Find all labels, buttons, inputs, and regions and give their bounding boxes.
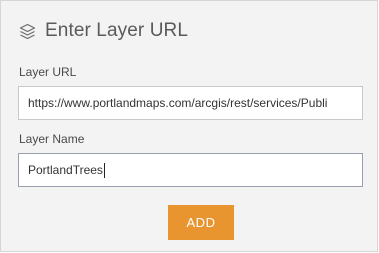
- layers-icon: [19, 23, 36, 40]
- add-layer-panel: Enter Layer URL Layer URL https://www.po…: [0, 0, 378, 252]
- layer-name-input[interactable]: PortlandTrees: [18, 153, 363, 187]
- add-button[interactable]: ADD: [168, 205, 234, 240]
- layer-url-value: https://www.portlandmaps.com/arcgis/rest…: [28, 96, 328, 110]
- panel-header: Enter Layer URL: [19, 17, 188, 45]
- text-caret: [103, 162, 105, 178]
- layer-url-input[interactable]: https://www.portlandmaps.com/arcgis/rest…: [18, 86, 363, 120]
- panel-title: Enter Layer URL: [45, 20, 189, 41]
- layer-url-label: Layer URL: [19, 65, 77, 79]
- layer-name-label: Layer Name: [19, 132, 85, 146]
- layer-name-value: PortlandTrees: [28, 163, 103, 177]
